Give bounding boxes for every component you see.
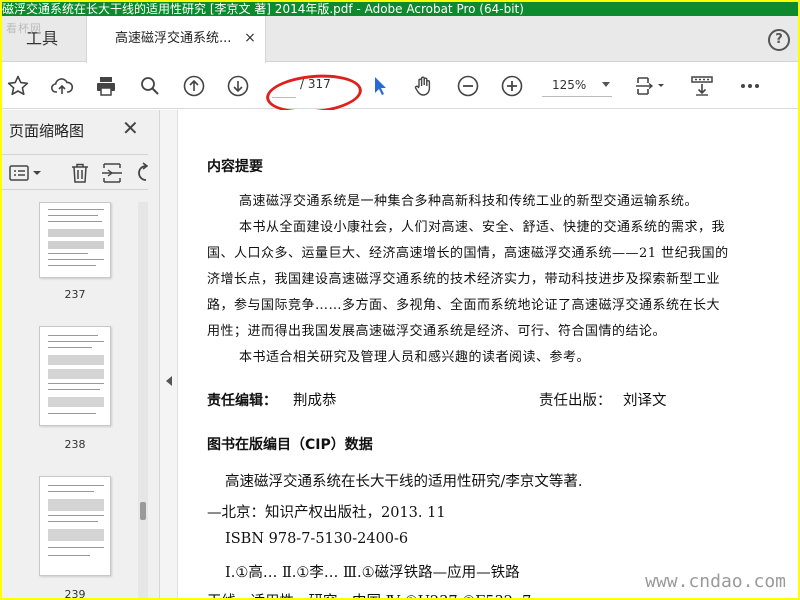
thumbnail-page-number: 237 [64,288,86,301]
summary-line: 济增长点，我国建设高速磁浮交通系统的技术经济实力，带动科技进步及探索新型工业 [207,272,721,287]
sidebar-scrollbar[interactable] [138,202,148,598]
sidebar-title: 页面缩略图 [9,122,85,140]
thumbnail-page-number: 238 [64,438,86,451]
site-watermark-url: www.cndao.com [645,571,786,592]
cip-heading: 图书在版编目（CIP）数据 [207,437,373,453]
hand-tool-icon[interactable] [412,74,436,98]
cloud-upload-icon[interactable] [50,74,74,98]
app-window: 磁浮交通系统在长大干线的适用性研究 [李京文 著] 2014年版.pdf - A… [2,2,798,598]
print-icon[interactable] [94,74,118,98]
summary-heading: 内容提要 [207,159,263,175]
summary-line: 用性；进而得出我国发展高速磁浮交通系统是经济、可行、符合国情的结论。 [207,324,667,339]
tab-bar: 工具 看杯网 高速磁浮交通系统... × ? [2,16,798,63]
rotate-icon[interactable] [132,161,148,185]
select-cursor-icon[interactable] [368,74,392,98]
extract-pages-icon[interactable] [100,161,124,185]
more-options-icon[interactable] [738,74,762,98]
zoom-value: 125% [552,78,587,92]
summary-line: 路，参与国际竞争……多方面、多视角、全面而系统地论证了高速磁浮交通系统在长大 [207,298,721,313]
sidebar-toolbar [2,154,148,190]
thumbnail-options-icon[interactable] [8,161,46,185]
editor-label: 责任编辑： [207,393,277,409]
next-page-icon[interactable] [226,74,250,98]
chevron-left-icon [166,376,172,386]
thumbnail-page-number: 239 [64,588,86,598]
zoom-in-icon[interactable] [500,74,524,98]
cip-line: Ⅰ.①高… Ⅱ.①李… Ⅲ.①磁浮铁路—应用—铁路 [225,565,520,581]
cip-line: 高速磁浮交通系统在长大干线的适用性研究/李京文等著. [225,474,583,490]
delete-trash-icon[interactable] [68,161,92,185]
zoom-select[interactable]: 125% [542,75,612,97]
window-title: 磁浮交通系统在长大干线的适用性研究 [李京文 著] 2014年版.pdf - A… [2,2,798,16]
summary-line: 高速磁浮交通系统是一种集合多种高新科技和传统工业的新型交通运输系统。 [239,194,699,209]
scrollbar-thumb[interactable] [140,502,146,520]
summary-line: 本书从全面建设小康社会，人们对高速、安全、舒适、快捷的交通系统的需求，我 [239,220,726,235]
main-toolbar: / 317 125% [2,63,798,118]
summary-line: 国、人口众多、运量巨大、经济高速增长的国情，高速磁浮交通系统——21 世纪我国的 [207,246,729,261]
thumbnail-sidebar: 页面缩略图 ✕ 237 238 239 [2,110,160,598]
cip-line: 干线—适用性—研究—中国 Ⅳ.①U237 ②F532. 7 [207,590,531,598]
page-thumbnail[interactable] [39,326,111,426]
page-thumbnail[interactable] [39,202,111,278]
publisher-label: 责任出版： [539,393,612,409]
publisher-name: 刘译文 [623,393,667,409]
previous-page-icon[interactable] [182,74,206,98]
bookmark-star-icon[interactable] [6,74,30,98]
zoom-out-icon[interactable] [456,74,480,98]
tab-document-label: 高速磁浮交通系统... [115,31,232,46]
summary-line: 本书适合相关研究及管理人员和感兴趣的读者阅读、参考。 [239,350,591,365]
page-display-icon[interactable] [634,74,668,98]
zoom-search-icon[interactable] [138,74,162,98]
tab-document[interactable]: 高速磁浮交通系统... × [86,16,266,63]
chevron-down-icon [602,82,610,87]
thumbnail-list: 237 238 239 [2,202,148,598]
page-thumbnail[interactable] [39,476,111,576]
cip-line: ISBN 978-7-5130-2400-6 [225,531,409,547]
scroll-mode-icon[interactable] [690,74,714,98]
cip-line: —北京：知识产权出版社，2013. 11 [207,505,446,521]
close-icon[interactable]: ✕ [122,118,139,138]
editor-name: 荆成恭 [293,393,337,409]
sidebar-collapse-handle[interactable] [160,110,178,598]
close-icon[interactable]: × [243,31,257,45]
site-watermark-logo: 看杯网 [6,22,42,35]
help-icon[interactable]: ? [768,29,790,51]
document-view[interactable]: 内容提要 高速磁浮交通系统是一种集合多种高新科技和传统工业的新型交通运输系统。 … [179,110,798,598]
